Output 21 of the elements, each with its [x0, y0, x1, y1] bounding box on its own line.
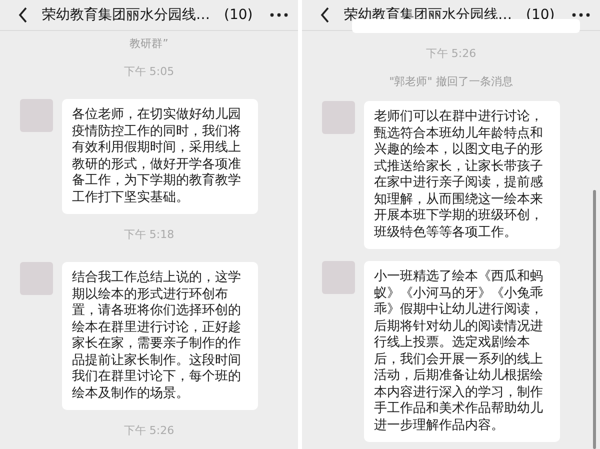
- system-notice: "郭老师" 撤回了一条消息: [388, 75, 514, 89]
- message-bubble: 老师们可以在群中进行讨论，甄选符合本班幼儿年龄特点和兴趣的绘本，以图文电子的形式推送给家长，让家长带孩子在家中进行亲子阅读，提前感知理解，从而围绕这一绘本来开展本班下学期的班级环创，班级特色等等各项工作。: [364, 101, 560, 249]
- timestamp: 下午 5:18: [122, 228, 176, 242]
- more-icon[interactable]: [572, 13, 590, 17]
- avatar-placeholder[interactable]: [20, 99, 53, 132]
- back-icon[interactable]: [18, 7, 28, 23]
- member-count: (10): [224, 7, 253, 23]
- more-icon[interactable]: [270, 13, 288, 17]
- timestamp: 下午 5:05: [122, 65, 176, 79]
- message-bubble: 小一班精选了绘本《西瓜和蚂蚁》《小河马的牙》《小兔乖乖》假期中让幼儿进行阅读，后期将针对幼儿的阅读情况进行线上投票。选定戏剧绘本后，我们会开展一系列的线上活动，后期准备让幼儿根据绘本内容进行深入的学习，制作手工作品和美术作品帮助幼儿进一步理解作品内容。: [364, 261, 560, 442]
- timestamp: 下午 5:26: [424, 47, 478, 61]
- avatar-placeholder[interactable]: [322, 101, 355, 134]
- avatar-placeholder[interactable]: [20, 262, 53, 295]
- back-icon[interactable]: [320, 7, 330, 23]
- message-bubble: 结合我工作总结上说的，这学期以绘本的形式进行环创布置，请各班将你们选择环创的绘本在群里进行讨论，正好趁家长在家，需要亲子制作的作品提前让家长制作。这段时间我们在群里讨论下，每个班的绘本及制作的场景。: [62, 262, 258, 410]
- chat-title: 荣幼教育集团丽水分园线…: [42, 6, 210, 24]
- message-bubble: 各位老师，在切实做好幼儿园疫情防控工作的同时，我们将有效利用假期时间，采用线上教研的形式，做好开学各项准备工作，为下学期的教育教学工作打下坚实基础。: [62, 99, 258, 214]
- timestamp: 下午 5:26: [122, 424, 176, 438]
- avatar-placeholder[interactable]: [322, 261, 355, 294]
- scrollbar[interactable]: [593, 190, 596, 449]
- system-notice: 教研群”: [128, 37, 170, 51]
